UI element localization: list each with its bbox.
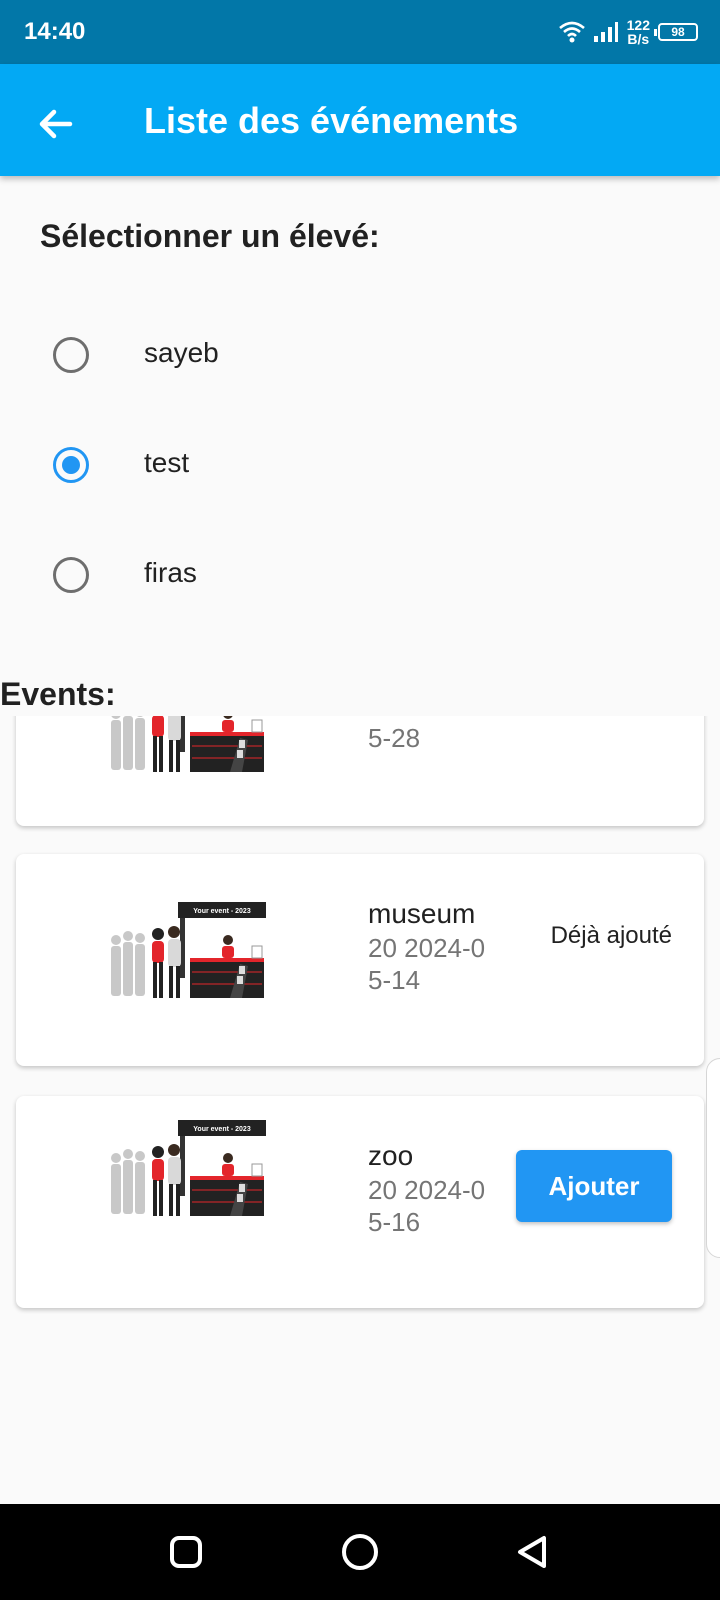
radio-option-test[interactable]: test [0, 410, 720, 520]
wifi-icon [558, 21, 585, 43]
event-card[interactable]: Your event - 2023 50 2024-05-28 [16, 716, 704, 826]
event-name: museum [368, 898, 476, 929]
events-list[interactable]: Your event - 2023 50 2024-05-28 Your eve… [0, 716, 720, 1504]
event-card[interactable]: Your event - 2023 museum 20 2024-05-14 D… [16, 854, 704, 1066]
network-speed-value: 122 [626, 17, 650, 33]
page-title: Liste des événements [144, 100, 519, 141]
app-bar: Liste des événements [0, 64, 720, 176]
radio-label: test [144, 447, 190, 478]
status-icons: 122 B/s 98 [558, 14, 698, 50]
signal-icon [593, 22, 618, 42]
radio-option-firas[interactable]: firas [0, 520, 720, 630]
network-speed-unit: B/s [627, 31, 650, 47]
back-button[interactable] [28, 96, 84, 152]
radio-option-sayeb[interactable]: sayeb [0, 300, 720, 410]
triangle-back-icon[interactable] [510, 1530, 554, 1574]
event-illustration: Your event - 2023 [111, 716, 264, 772]
network-speed: 122 B/s [627, 18, 650, 46]
events-title: Events: [0, 676, 116, 712]
event-name: zoo [368, 1140, 414, 1171]
student-select-title: Sélectionner un élevé: [40, 218, 380, 254]
system-nav-bar [0, 1504, 720, 1600]
radio-label: firas [144, 557, 197, 588]
event-illustration: Your event - 2023 [111, 902, 266, 998]
svg-text:Your event - 2023: Your event - 2023 [193, 1126, 251, 1133]
event-meta: 50 2024-05-28 [368, 716, 485, 753]
radio-button-selected[interactable] [53, 447, 89, 483]
radio-button[interactable] [53, 557, 89, 593]
circle-home-icon[interactable] [338, 1530, 382, 1574]
already-added-label: Déjà ajouté [550, 922, 672, 949]
status-time: 14:40 [24, 18, 86, 45]
arrow-back-icon [39, 109, 73, 139]
event-meta: 20 2024-05-14 [368, 933, 486, 995]
status-bar: 14:40 122 B/s 98 [0, 0, 720, 64]
battery-level: 98 [671, 25, 685, 39]
event-card[interactable]: Your event - 2023 zoo 20 2024-05-16 Ajou… [16, 1096, 704, 1308]
side-drawer-handle[interactable] [706, 1058, 720, 1258]
radio-label: sayeb [144, 337, 219, 368]
svg-text:Your event - 2023: Your event - 2023 [193, 908, 251, 915]
radio-button[interactable] [53, 337, 89, 373]
battery-icon: 98 [654, 23, 698, 41]
add-event-button[interactable]: Ajouter [516, 1150, 672, 1222]
square-recents-icon[interactable] [164, 1530, 208, 1574]
event-illustration: Your event - 2023 [111, 1120, 266, 1216]
event-meta: 20 2024-05-16 [368, 1175, 486, 1237]
